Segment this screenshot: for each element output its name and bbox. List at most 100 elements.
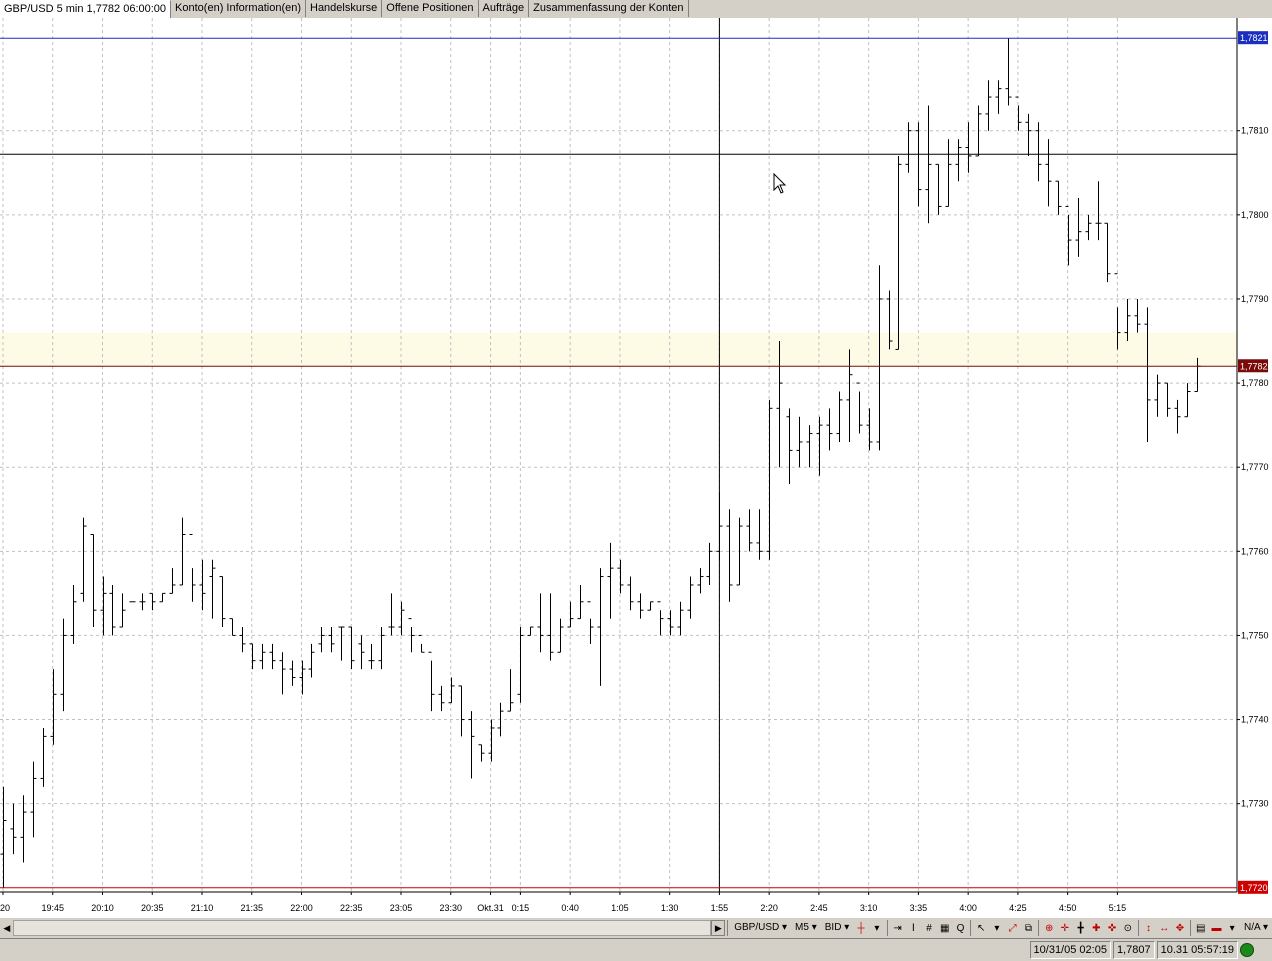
ohlc-bar <box>1144 307 1151 442</box>
toolbar-separator <box>1038 920 1040 936</box>
time-tick-label: 20:10 <box>91 903 114 913</box>
ohlc-bar <box>647 601 654 611</box>
ohlc-bar <box>109 584 116 636</box>
ohlc-bar <box>706 542 713 585</box>
volume-icon[interactable]: ▦ <box>938 921 952 935</box>
ohlc-bar <box>1174 399 1181 434</box>
na-label: N/A <box>1244 922 1261 933</box>
time-tick-label: Okt.31 <box>477 903 504 913</box>
ohlc-bar <box>756 509 763 560</box>
ohlc-bar <box>597 568 604 686</box>
line-style-icon[interactable]: ▬ <box>1210 921 1224 935</box>
ohlc-bar <box>159 592 166 603</box>
tab-open-positions[interactable]: Offene Positionen <box>382 0 479 17</box>
ohlc-bar <box>448 677 455 704</box>
ohlc-bar <box>915 122 922 207</box>
scroll-left-arrow-icon[interactable]: ◀ <box>1 920 13 936</box>
price-tick-label: 1,7760 <box>1241 546 1269 556</box>
crosshair-large-icon[interactable]: ✜ <box>1105 921 1119 935</box>
trend-line-icon[interactable]: ⤢ <box>1006 921 1020 935</box>
ohlc-bar <box>607 542 614 619</box>
ohlc-bar <box>965 122 972 173</box>
ohlc-bar <box>149 592 156 611</box>
ohlc-bar <box>1154 374 1161 417</box>
status-bar: 10/31/05 02:05 1,7807 10.31 05:57:19 <box>0 938 1272 961</box>
price-type-dropdown[interactable]: BID ▾ <box>821 920 853 936</box>
na-dropdown[interactable]: N/A ▾ <box>1240 920 1272 936</box>
bar-type-icon[interactable]: ┼ <box>854 921 868 935</box>
cursor-time: 10/31/05 02:05 <box>1029 941 1111 959</box>
chevron-down-icon[interactable]: ▾ <box>990 921 1004 935</box>
chart-area[interactable]: 1,7730 1,7740 1,7750 1,7760 1,7770 1,7780 1,77… <box>0 18 1272 918</box>
ohlc-bar <box>418 634 425 653</box>
ohlc-bar <box>388 593 395 636</box>
ohlc-bar <box>458 685 465 737</box>
tab-account-info[interactable]: Konto(en) Information(en) <box>171 0 306 17</box>
ohlc-bar <box>368 643 375 670</box>
ohlc-bar <box>667 610 674 636</box>
symbol-dropdown[interactable]: GBP/USD ▾ <box>730 920 791 936</box>
tab-account-summary[interactable]: Zusammenfassung der Konten <box>529 0 689 17</box>
ohlc-bar <box>527 626 534 636</box>
ohlc-bar <box>139 593 146 611</box>
ohlc-bar <box>318 627 325 653</box>
last-price-line-label: 1,7782 <box>1240 361 1268 371</box>
toolbar-separator <box>727 920 729 936</box>
ohlc-bar <box>358 635 365 670</box>
time-tick-label: 20:35 <box>141 903 164 913</box>
tab-gbpusd-chart[interactable]: GBP/USD 5 min 1,7782 06:00:00 <box>0 0 172 18</box>
time-tick-label: 2:45 <box>810 903 828 913</box>
chevron-down-icon: ▾ <box>811 922 817 933</box>
crosshair-small-icon[interactable]: ✚ <box>1089 921 1103 935</box>
ohlc-bar <box>279 652 286 695</box>
time-tick-label: 21:35 <box>240 903 263 913</box>
chart-toolbar: ◀ ▶ GBP/USD ▾ M5 ▾ BID ▾ ┼ ▾ ⇥ Ⅰ # ▦ Q ↖… <box>0 917 1272 938</box>
horizontal-scrollbar[interactable] <box>12 920 712 936</box>
timeframe-dropdown[interactable]: M5 ▾ <box>791 920 821 936</box>
ohlc-bar <box>985 80 992 131</box>
ohlc-bar <box>0 786 7 888</box>
scale-horizontal-icon[interactable]: ↔ <box>1157 921 1171 935</box>
pointer-icon[interactable]: ↖ <box>974 921 988 935</box>
ohlc-bar <box>895 155 902 350</box>
template-icon[interactable]: ▤ <box>1194 921 1208 935</box>
ohlc-bar <box>995 80 1002 114</box>
ohlc-bar <box>935 163 942 215</box>
quote-icon[interactable]: Q <box>954 921 968 935</box>
ohlc-bar <box>100 576 107 636</box>
objects-icon[interactable]: ⧉ <box>1022 921 1036 935</box>
ohlc-bar <box>826 408 833 451</box>
grid-icon[interactable]: # <box>922 921 936 935</box>
ohlc-bar <box>726 509 733 602</box>
cursor-price: 1,7807 <box>1112 941 1155 959</box>
ohlc-bar <box>239 627 246 653</box>
chevron-down-icon[interactable]: ▾ <box>1225 921 1239 935</box>
ohlc-bar <box>169 568 176 594</box>
timeframe-label: M5 <box>795 922 809 933</box>
zoom-fit-icon[interactable]: ⊙ <box>1121 921 1135 935</box>
move-icon[interactable]: ✥ <box>1173 921 1187 935</box>
ohlc-bar <box>1095 181 1102 241</box>
shift-chart-icon[interactable]: ⇥ <box>891 921 905 935</box>
scroll-right-arrow-icon[interactable]: ▶ <box>711 920 726 936</box>
tab-orders[interactable]: Aufträge <box>479 0 530 17</box>
ohlc-bar <box>209 559 216 619</box>
zoom-icon[interactable]: ⊕ <box>1042 921 1056 935</box>
time-tick-label: 1:05 <box>611 903 629 913</box>
toolbar-separator <box>970 920 972 936</box>
ohlc-bar <box>70 584 77 644</box>
scale-vertical-icon[interactable]: ↕ <box>1142 921 1156 935</box>
crosshair-icon[interactable]: ✛ <box>1058 921 1072 935</box>
ohlc-bar <box>945 139 952 207</box>
crosshair-grid-icon[interactable]: ╋ <box>1074 921 1088 935</box>
time-tick-label: 0:15 <box>512 903 530 913</box>
tab-trading-rates[interactable]: Handelskurse <box>306 0 383 17</box>
chevron-down-icon[interactable]: ▾ <box>870 921 884 935</box>
price-chart[interactable]: 1,7730 1,7740 1,7750 1,7760 1,7770 1,7780 1,77… <box>0 18 1272 918</box>
toolbar-separator <box>1189 920 1191 936</box>
time-tick-label: 22:35 <box>340 903 363 913</box>
time-tick-label: 20 <box>0 903 10 913</box>
ohlc-bar <box>507 669 514 712</box>
autoscale-icon[interactable]: Ⅰ <box>906 921 920 935</box>
ohlc-bar <box>955 139 962 182</box>
